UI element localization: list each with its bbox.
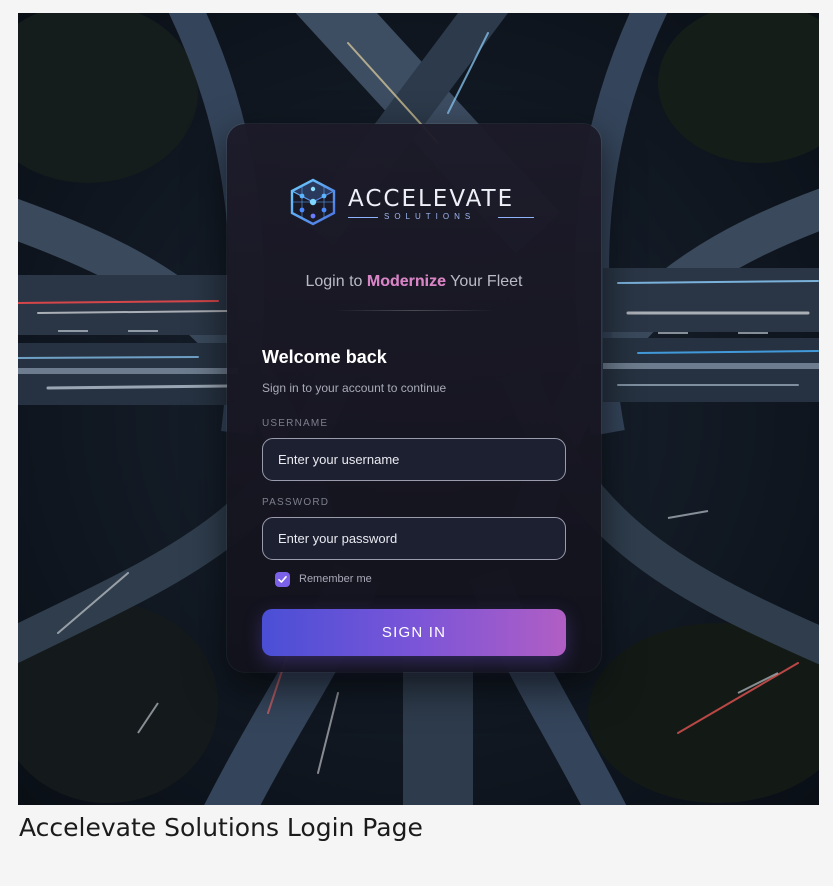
login-card: ACCELEVATE SOLUTIONS Login to Modernize …: [227, 124, 601, 672]
cube-network-icon: [290, 178, 336, 226]
background-photo: ACCELEVATE SOLUTIONS Login to Modernize …: [18, 13, 819, 805]
brand-logo: ACCELEVATE SOLUTIONS: [290, 178, 540, 226]
form-subheading: Sign in to your account to continue: [262, 381, 447, 395]
checkmark-icon: [278, 575, 287, 583]
divider: [334, 310, 494, 311]
tagline-suffix: Your Fleet: [446, 273, 523, 290]
password-input[interactable]: [262, 517, 566, 560]
password-label: PASSWORD: [262, 497, 330, 508]
tagline-prefix: Login to: [305, 273, 367, 290]
tagline: Login to Modernize Your Fleet: [227, 273, 601, 291]
tagline-highlight: Modernize: [366, 273, 446, 290]
page-caption: Accelevate Solutions Login Page: [19, 813, 423, 842]
remember-me-checkbox[interactable]: [275, 572, 290, 587]
remember-me-label[interactable]: Remember me: [299, 573, 372, 585]
brand-subtext: SOLUTIONS: [348, 212, 534, 224]
brand-subtext-label: SOLUTIONS: [384, 212, 476, 221]
username-input[interactable]: [262, 438, 566, 481]
username-label: USERNAME: [262, 418, 329, 429]
form-heading: Welcome back: [262, 347, 387, 367]
sign-in-button[interactable]: SIGN IN: [262, 609, 566, 656]
brand-name: ACCELEVATE: [348, 186, 515, 212]
